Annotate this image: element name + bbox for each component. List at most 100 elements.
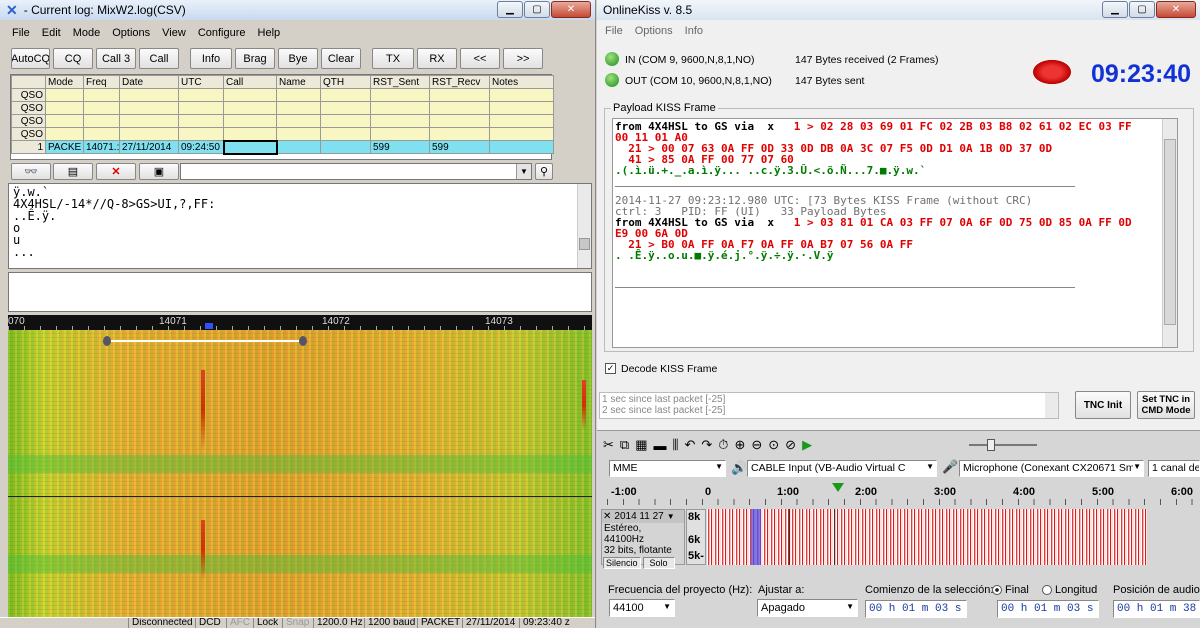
sync-icon[interactable]: ⏱ <box>718 437 728 453</box>
longitud-radio[interactable] <box>1042 585 1052 595</box>
tnc-init-button[interactable]: TNC Init <box>1075 391 1131 419</box>
table-row[interactable]: QSO <box>11 114 554 128</box>
zoom-fit-icon[interactable]: ⊙ <box>768 437 779 453</box>
menu-file[interactable]: File <box>599 25 629 37</box>
close-icon[interactable]: ✕ <box>603 511 611 522</box>
minimize-button[interactable]: ▁ <box>497 1 523 18</box>
filter-handle-left[interactable] <box>103 336 111 346</box>
audio-position-field[interactable]: 00 h 01 m 38 <box>1113 600 1200 618</box>
status-lock[interactable]: Lock <box>253 618 281 628</box>
table-cell[interactable]: PACKE <box>45 140 84 154</box>
table-cell[interactable] <box>370 127 430 141</box>
table-cell[interactable] <box>276 140 321 154</box>
tx-button[interactable]: TX <box>372 48 414 69</box>
frequency-ruler[interactable]: 070 14071 14072 14073 <box>8 315 592 330</box>
paste-icon[interactable]: ▦ <box>635 437 647 453</box>
col-header[interactable]: Freq <box>83 75 120 89</box>
table-row[interactable]: 1 PACKE 14071.: 27/11/2014 09:24:50 599 599 <box>11 139 554 155</box>
table-cell[interactable] <box>320 114 371 128</box>
table-cell[interactable]: 599 <box>370 140 430 154</box>
log-scrollbar[interactable] <box>1045 393 1058 418</box>
silence-icon[interactable]: ▬ <box>654 438 667 453</box>
payload-text-area[interactable]: from 4X4HSL to GS via x 1 > 02 28 03 69 … <box>612 118 1178 348</box>
row-header[interactable]: QSO <box>11 101 46 115</box>
status-afc[interactable]: AFC <box>226 618 252 628</box>
table-cell[interactable] <box>320 127 371 141</box>
menu-configure[interactable]: Configure <box>192 27 252 39</box>
zoom-in-icon[interactable]: ⊕ <box>734 437 745 453</box>
table-cell[interactable]: 599 <box>429 140 490 154</box>
undo-icon[interactable]: ↶ <box>684 437 695 453</box>
menu-help[interactable]: Help <box>252 27 287 39</box>
mute-button[interactable]: Silencio <box>603 557 641 569</box>
table-cell[interactable]: 14071.: <box>83 140 120 154</box>
play-icon[interactable]: ▶ <box>802 437 812 453</box>
menu-info[interactable]: Info <box>679 25 709 37</box>
rx-text-area[interactable]: ÿ.w.` 4X4HSL/-14*//Q-8>GS>UI,?,FF: ..Ê.ÿ. o… <box>8 183 592 269</box>
col-header[interactable]: Name <box>276 75 321 89</box>
zoom-sel-icon[interactable]: ⊘ <box>785 437 796 453</box>
table-cell[interactable] <box>222 139 278 155</box>
col-header[interactable]: QTH <box>320 75 371 89</box>
table-row[interactable]: QSO <box>11 101 554 115</box>
menu-edit[interactable]: Edit <box>36 27 67 39</box>
table-cell[interactable] <box>119 127 179 141</box>
table-cell[interactable] <box>489 114 554 128</box>
menu-options[interactable]: Options <box>629 25 679 37</box>
table-cell[interactable] <box>370 88 430 102</box>
table-cell[interactable] <box>276 101 321 115</box>
callsign-combo[interactable]: ▼ <box>180 163 532 180</box>
table-cell[interactable] <box>429 88 490 102</box>
play-speed-slider[interactable] <box>969 439 1037 451</box>
selection-region[interactable] <box>751 509 761 565</box>
maximize-button[interactable]: ▢ <box>1129 1 1155 18</box>
table-cell[interactable] <box>178 101 224 115</box>
clear-button[interactable]: Clear <box>321 48 361 69</box>
split-icon[interactable]: ⫼ <box>673 437 679 453</box>
table-cell[interactable] <box>370 114 430 128</box>
save-button[interactable]: ▣ <box>139 163 179 180</box>
scroll-thumb[interactable] <box>1164 139 1176 325</box>
solo-button[interactable]: Solo <box>642 557 675 569</box>
cq-button[interactable]: CQ <box>53 48 93 69</box>
table-cell[interactable] <box>320 140 371 154</box>
table-cell[interactable] <box>119 88 179 102</box>
selection-start-field[interactable]: 00 h 01 m 03 s <box>865 600 967 618</box>
brag-button[interactable]: Brag <box>235 48 275 69</box>
scroll-thumb[interactable] <box>579 238 590 250</box>
maximize-button[interactable]: ▢ <box>524 1 550 18</box>
onlinekiss-titlebar[interactable]: OnlineKiss v. 8.5 ▁ ▢ ✕ <box>597 0 1200 20</box>
table-cell[interactable] <box>178 127 224 141</box>
table-cell[interactable] <box>119 114 179 128</box>
table-cell[interactable] <box>429 101 490 115</box>
zoom-out-icon[interactable]: ⊖ <box>751 437 762 453</box>
col-header[interactable]: Notes <box>489 75 554 89</box>
packet-log[interactable]: 1 sec since last packet [-25] 2 sec sinc… <box>599 392 1059 419</box>
table-row[interactable]: QSO <box>11 88 554 102</box>
lookup-button[interactable]: ⚲ <box>535 163 553 180</box>
decode-checkbox[interactable]: ✓ <box>605 363 616 374</box>
table-cell[interactable] <box>276 114 321 128</box>
table-cell[interactable] <box>83 88 120 102</box>
channels-select[interactable]: 1 canal de g <box>1148 460 1200 477</box>
status-snap[interactable]: Snap <box>282 618 312 628</box>
tx-text-area[interactable] <box>8 272 592 312</box>
chevron-down-icon[interactable]: ▼ <box>667 512 675 521</box>
glasses-button[interactable]: 👓 <box>11 163 51 180</box>
next-button[interactable]: >> <box>503 48 543 69</box>
print-button[interactable]: ▤ <box>53 163 93 180</box>
table-cell[interactable] <box>489 101 554 115</box>
table-cell[interactable] <box>178 114 224 128</box>
col-header[interactable]: RST_Sent <box>370 75 430 89</box>
table-cell[interactable]: 27/11/2014 <box>119 140 179 154</box>
prev-button[interactable]: << <box>460 48 500 69</box>
table-cell[interactable] <box>489 140 554 154</box>
playhead-marker[interactable] <box>832 483 844 492</box>
table-cell[interactable] <box>223 101 277 115</box>
table-cell[interactable] <box>45 101 84 115</box>
rate-select[interactable]: 44100 ▼ <box>609 599 675 617</box>
table-cell[interactable] <box>223 114 277 128</box>
table-cell[interactable] <box>223 127 277 141</box>
menu-view[interactable]: View <box>156 27 192 39</box>
host-select[interactable]: MME ▼ <box>609 460 726 477</box>
